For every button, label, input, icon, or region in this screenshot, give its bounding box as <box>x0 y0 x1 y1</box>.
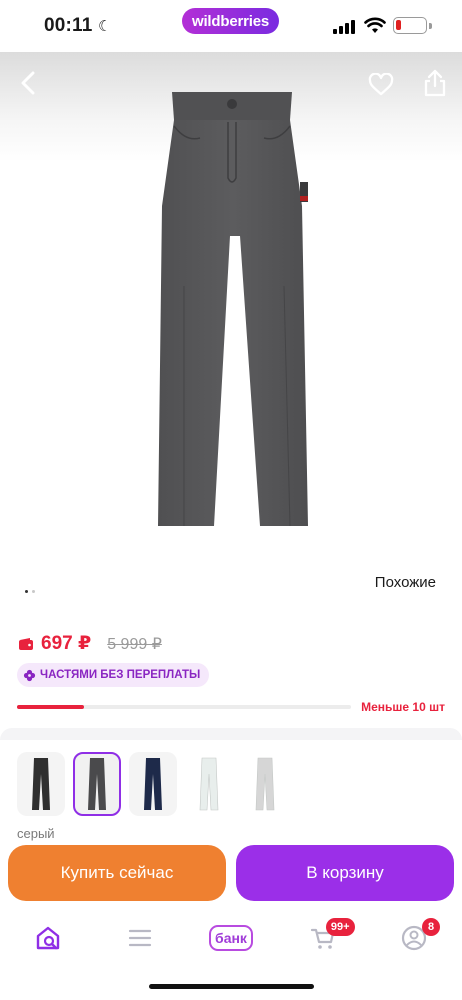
pants-thumbnail-icon <box>32 758 50 810</box>
pants-thumbnail-icon <box>88 758 106 810</box>
price-current: 697 ₽ <box>41 633 92 654</box>
wallet-icon <box>19 637 33 650</box>
product-gallery[interactable] <box>0 52 462 564</box>
battery-cap <box>429 23 432 29</box>
share-button[interactable] <box>418 66 452 100</box>
product-image <box>158 92 308 527</box>
back-button[interactable] <box>12 66 46 100</box>
status-time: 00:11 <box>44 15 93 36</box>
pants-thumbnail-icon <box>144 758 162 810</box>
installments-plus-icon <box>23 669 36 681</box>
menu-icon <box>128 929 151 947</box>
tab-profile[interactable]: 8 <box>392 916 440 960</box>
stock-text: Меньше 10 шт <box>361 700 445 714</box>
favorite-button[interactable] <box>364 68 398 102</box>
action-buttons: Купить сейчас В корзину <box>8 845 454 901</box>
profile-badge: 8 <box>422 918 440 936</box>
tab-bank[interactable]: банк <box>209 916 253 960</box>
heart-icon <box>368 73 394 96</box>
color-variant-white[interactable] <box>185 752 233 816</box>
gallery-dots <box>25 590 35 593</box>
color-variant-light-grey[interactable] <box>241 752 289 816</box>
similar-link[interactable]: Похожие <box>375 574 436 591</box>
color-variant-grey[interactable] <box>73 752 121 816</box>
back-arrow-icon <box>21 71 35 95</box>
installments-badge[interactable]: ЧАСТЯМИ БЕЗ ПЕРЕПЛАТЫ <box>17 663 210 687</box>
price-row: 697 ₽ 5 999 ₽ <box>18 632 162 655</box>
wifi-icon <box>364 17 386 33</box>
color-variant-navy[interactable] <box>129 752 177 816</box>
home-indicator <box>149 984 314 989</box>
stock-bar-fill <box>17 705 84 709</box>
brand-pill: wildberries <box>182 8 279 34</box>
moon-icon: ☾ <box>98 18 112 35</box>
tab-bar: банк 99+ 8 <box>0 910 462 966</box>
gallery-dot <box>25 590 28 593</box>
tab-home[interactable] <box>26 916 70 960</box>
price-old: 5 999 ₽ <box>107 635 162 653</box>
pants-thumbnail-icon <box>199 757 219 811</box>
add-to-cart-button[interactable]: В корзину <box>236 845 454 901</box>
section-divider <box>0 728 462 740</box>
buy-now-button[interactable]: Купить сейчас <box>8 845 226 901</box>
share-icon <box>424 69 446 97</box>
stock-bar <box>17 705 351 709</box>
pants-thumbnail-icon <box>255 757 275 811</box>
installments-label: ЧАСТЯМИ БЕЗ ПЕРЕПЛАТЫ <box>40 669 201 681</box>
cart-badge: 99+ <box>325 918 355 936</box>
color-variant-black[interactable] <box>17 752 65 816</box>
battery-icon <box>393 17 427 34</box>
tab-catalog[interactable] <box>118 916 162 960</box>
status-bar: 00:11 ☾ wildberries <box>0 0 462 52</box>
tab-cart[interactable]: 99+ <box>301 916 355 960</box>
color-variants <box>17 752 289 816</box>
color-label: серый <box>17 826 55 841</box>
gallery-dot <box>32 590 35 593</box>
home-search-icon <box>36 926 60 950</box>
bank-label: банк <box>209 925 253 951</box>
signal-icon <box>333 19 355 34</box>
